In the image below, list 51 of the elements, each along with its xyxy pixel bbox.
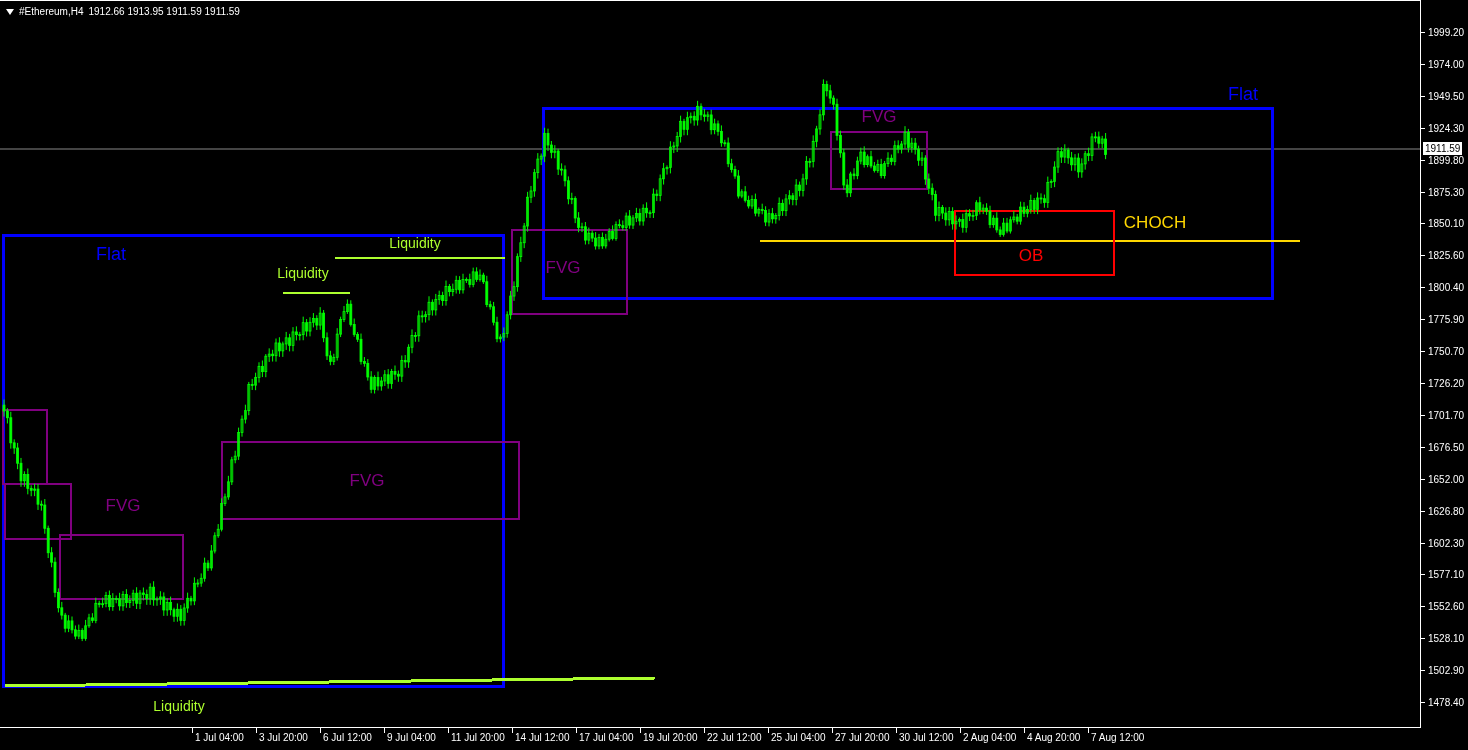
price-tick-label: 1552.60 [1428, 600, 1465, 614]
time-tick-label: 2 Aug 04:00 [963, 731, 1017, 744]
zone-label: FVG [349, 471, 385, 490]
time-tick-label: 1 Jul 04:00 [195, 731, 244, 744]
time-tick-label: 11 Jul 20:00 [451, 731, 505, 744]
price-tick-label: 1924.30 [1428, 121, 1465, 135]
time-tick-label: 14 Jul 12:00 [515, 731, 570, 744]
price-tick-label: 1949.50 [1428, 89, 1465, 103]
price-tick-label: 1676.50 [1428, 440, 1465, 454]
time-tick-label: 7 Aug 12:00 [1091, 731, 1145, 744]
zone-label: FVG [861, 107, 897, 126]
time-tick-label: 3 Jul 20:00 [259, 731, 308, 744]
time-tick-label: 17 Jul 04:00 [579, 731, 634, 744]
price-tick-label: 1577.10 [1428, 568, 1465, 582]
time-tick-label: 27 Jul 20:00 [835, 731, 890, 744]
ohlc-values: 1912.66 1913.95 1911.59 1911.59 [88, 5, 240, 19]
time-tick-label: 22 Jul 12:00 [707, 731, 762, 744]
price-tick-label: 1899.80 [1428, 153, 1465, 167]
price-tick-label: 1800.40 [1428, 281, 1465, 295]
time-tick-label: 9 Jul 04:00 [387, 731, 436, 744]
price-tick-label: 1528.10 [1428, 632, 1465, 646]
price-tick-label: 1750.70 [1428, 345, 1465, 359]
price-tick-label: 1626.80 [1428, 504, 1465, 518]
current-price-label: 1911.59 [1423, 142, 1463, 155]
price-tick-label: 1775.90 [1428, 313, 1465, 327]
time-tick-label: 19 Jul 20:00 [643, 731, 698, 744]
time-tick-label: 30 Jul 12:00 [899, 731, 954, 744]
price-tick-label: 1602.30 [1428, 536, 1465, 550]
zone-label: CHOCH [1123, 213, 1187, 232]
price-tick-label: 1726.20 [1428, 376, 1465, 390]
price-tick-label: 1825.60 [1428, 249, 1465, 263]
zone-label: Flat [96, 244, 126, 264]
price-tick-label: 1875.30 [1428, 185, 1465, 199]
time-tick-label: 6 Jul 12:00 [323, 731, 372, 744]
price-tick-label: 1502.90 [1428, 664, 1465, 678]
price-tick-label: 1652.00 [1428, 472, 1465, 486]
zone-label: FVG [105, 496, 141, 515]
time-tick-label: 25 Jul 04:00 [771, 731, 826, 744]
price-tick-label: 1850.10 [1428, 217, 1465, 231]
zone-label: Liquidity [153, 698, 205, 714]
time-tick-label: 4 Aug 20:00 [1027, 731, 1081, 744]
price-tick-label: 1478.40 [1428, 696, 1465, 710]
zone-label: FVG [545, 258, 581, 277]
zone-label: OB [1018, 246, 1044, 265]
price-tick-label: 1974.00 [1428, 57, 1465, 71]
price-tick-label: 1999.20 [1428, 26, 1465, 39]
price-tick-label: 1701.70 [1428, 408, 1465, 422]
zone-label: Liquidity [389, 235, 441, 251]
zone-label: Liquidity [277, 265, 329, 281]
symbol-title: #Ethereum,H4 [19, 5, 84, 19]
zone-label: Flat [1228, 84, 1258, 104]
